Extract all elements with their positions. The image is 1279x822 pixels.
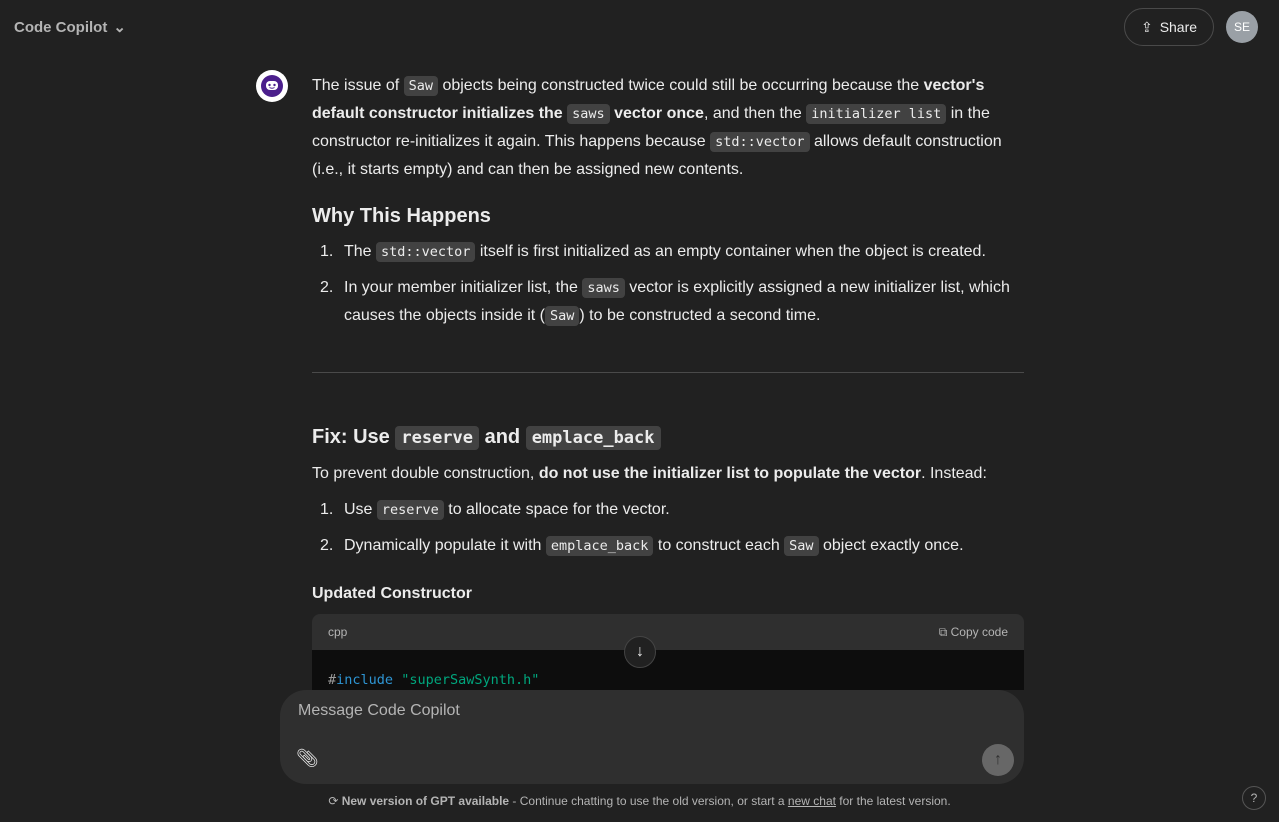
- inline-code: Saw: [545, 306, 580, 326]
- list-item: 1. Use reserve to allocate space for the …: [320, 500, 670, 520]
- arrow-down-icon: ↓: [636, 643, 644, 660]
- arrow-up-icon: ↑: [994, 751, 1002, 768]
- inline-code: std::vector: [710, 132, 810, 152]
- code-content: #include "superSawSynth.h": [312, 650, 1024, 690]
- fix-paragraph: To prevent double construction, do not u…: [312, 460, 1024, 488]
- user-avatar[interactable]: SE: [1226, 11, 1258, 43]
- copy-icon: ⧉: [938, 625, 951, 639]
- copy-code-button[interactable]: ⧉ Copy code: [939, 618, 1008, 646]
- help-button[interactable]: ?: [1242, 786, 1266, 810]
- text-segment: To prevent double construction,: [312, 465, 539, 482]
- inline-code: emplace_back: [525, 426, 661, 450]
- why-list: 1. The std::vector itself is first initia…: [312, 238, 1024, 330]
- text-segment: and: [479, 426, 526, 448]
- fix-list: 1. Use reserve to allocate space for the …: [312, 496, 1024, 560]
- code-language: cpp: [328, 625, 348, 639]
- text-segment: objects being constructed twice could st…: [438, 77, 924, 94]
- model-selector[interactable]: Code Copilot ⌄: [14, 18, 126, 37]
- copy-code-label: Copy code: [950, 625, 1008, 639]
- code-token: #: [328, 672, 337, 688]
- text-segment: to allocate space for the vector.: [443, 501, 670, 518]
- chevron-down-icon: ⌄: [113, 19, 126, 36]
- footer-text: for the latest version.: [835, 794, 951, 808]
- code-block: cpp ⧉ Copy code #include "superSawSynth.…: [312, 614, 1024, 690]
- text-segment: , and then the: [703, 105, 807, 122]
- code-token: "superSawSynth.h": [401, 672, 540, 688]
- inline-code: initializer list: [806, 104, 947, 124]
- text-segment: The: [344, 243, 377, 260]
- text-segment: The issue of: [312, 77, 404, 94]
- text-segment: Fix: Use: [312, 426, 396, 448]
- share-label: Share: [1159, 19, 1198, 35]
- bold-text: vector once: [609, 105, 704, 122]
- top-bar: Code Copilot ⌄ ⇪ Share SE: [0, 0, 1279, 54]
- share-icon: ⇪: [1140, 18, 1153, 35]
- code-token: include: [336, 672, 394, 688]
- assistant-message: The issue of Saw objects being construct…: [312, 72, 1024, 690]
- inline-code: saws: [582, 278, 625, 298]
- scroll-to-bottom-button[interactable]: ↓: [624, 636, 656, 668]
- model-name: Code Copilot: [14, 18, 108, 36]
- inline-code: reserve: [376, 500, 444, 520]
- footer-bold: New version of GPT available: [341, 794, 510, 808]
- text-segment: object exactly once.: [818, 537, 964, 554]
- inline-code: std::vector: [376, 242, 476, 262]
- footer-notice: ⟳ New version of GPT available - Continu…: [0, 794, 1279, 808]
- text-segment: Dynamically populate it with: [344, 537, 546, 554]
- intro-paragraph: The issue of Saw objects being construct…: [312, 72, 1024, 184]
- footer-text: - Continue chatting to use the old versi…: [509, 794, 788, 808]
- new-chat-link[interactable]: new chat: [788, 794, 836, 808]
- inline-code: reserve: [395, 426, 480, 450]
- text-segment: to construct each: [653, 537, 785, 554]
- heading-updated-constructor: Updated Constructor: [312, 585, 472, 602]
- message-input[interactable]: [298, 702, 948, 720]
- text-segment: In your member initializer list, the: [344, 279, 583, 296]
- inline-code: Saw: [784, 536, 819, 556]
- composer: 📎︎ ↑: [280, 690, 1024, 784]
- inline-code: emplace_back: [545, 536, 654, 556]
- text-segment: itself is first initialized as an empty …: [475, 243, 986, 260]
- divider: [312, 372, 1024, 373]
- bold-text: do not use the initializer list to popul…: [538, 465, 922, 482]
- heading-why: Why This Happens: [312, 205, 491, 227]
- assistant-avatar-robot-icon: [256, 70, 288, 102]
- send-button[interactable]: ↑: [982, 744, 1014, 776]
- list-item: 2. In your member initializer list, the s…: [320, 278, 1010, 326]
- paperclip-icon[interactable]: 📎︎: [296, 748, 319, 769]
- list-item: 2. Dynamically populate it with emplace_b…: [320, 536, 964, 556]
- text-segment: ) to be constructed a second time.: [579, 307, 821, 324]
- inline-code: Saw: [403, 76, 438, 96]
- list-item: 1. The std::vector itself is first initia…: [320, 242, 986, 262]
- share-button[interactable]: ⇪ Share: [1124, 8, 1214, 46]
- inline-code: saws: [567, 104, 610, 124]
- text-segment: . Instead:: [921, 465, 987, 482]
- text-segment: Use: [344, 501, 377, 518]
- heading-fix: Fix: Use reserve and emplace_back: [312, 423, 1024, 452]
- new-version-icon: ⟳: [328, 794, 342, 808]
